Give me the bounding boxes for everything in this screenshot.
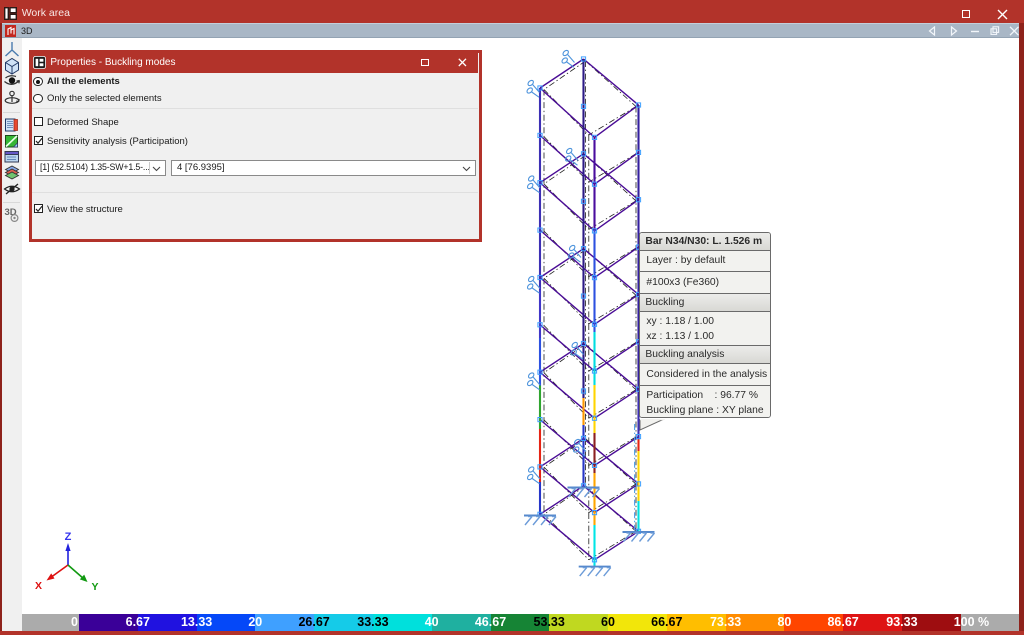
svg-text:Z: Z <box>65 531 72 543</box>
svg-text:X: X <box>35 580 42 592</box>
svg-text:3D: 3D <box>5 207 17 218</box>
svg-text:Y: Y <box>91 581 98 593</box>
